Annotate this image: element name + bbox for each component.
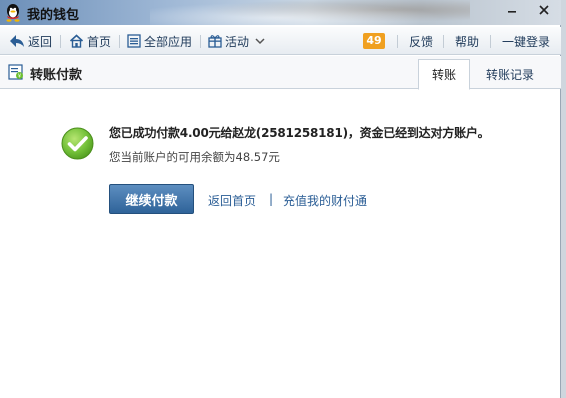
gift-icon bbox=[208, 35, 222, 48]
back-button[interactable]: 返回 bbox=[9, 27, 52, 55]
success-check-icon bbox=[61, 127, 94, 160]
svg-text:¥: ¥ bbox=[18, 74, 22, 80]
notification-badge[interactable]: 49 bbox=[363, 33, 385, 49]
success-message: 您已成功付款4.00元给赵龙(2581258181)，资金已经到达对方账户。 bbox=[109, 126, 490, 140]
one-click-login-link[interactable]: 一键登录 bbox=[502, 27, 550, 55]
help-label: 帮助 bbox=[455, 34, 480, 49]
close-icon bbox=[539, 5, 549, 15]
nav-divider bbox=[119, 35, 120, 48]
tab-history-label: 转账记录 bbox=[485, 68, 534, 82]
link-separator: | bbox=[269, 192, 274, 206]
close-button[interactable] bbox=[528, 0, 560, 20]
home-label: 首页 bbox=[87, 34, 112, 49]
nav-divider bbox=[443, 35, 444, 48]
nav-divider bbox=[397, 35, 398, 48]
activity-label: 活动 bbox=[225, 34, 250, 49]
recharge-tenpay-link[interactable]: 充值我的财付通 bbox=[283, 192, 367, 209]
page-title: 转账付款 bbox=[30, 68, 83, 83]
home-icon bbox=[69, 34, 84, 48]
minimize-button[interactable] bbox=[498, 0, 526, 20]
all-apps-button[interactable]: 全部应用 bbox=[127, 27, 192, 55]
tab-transfer-history[interactable]: 转账记录 bbox=[478, 59, 542, 90]
login-label: 一键登录 bbox=[502, 34, 551, 49]
tab-transfer-label: 转账 bbox=[431, 68, 456, 82]
chevron-down-icon bbox=[255, 38, 265, 45]
nav-divider bbox=[60, 35, 61, 48]
feedback-label: 反馈 bbox=[409, 34, 434, 49]
transfer-icon: ¥ bbox=[8, 64, 23, 80]
feedback-link[interactable]: 反馈 bbox=[409, 27, 433, 55]
all-apps-label: 全部应用 bbox=[144, 34, 193, 49]
minimize-icon bbox=[508, 11, 516, 13]
apps-list-icon bbox=[127, 34, 141, 48]
return-home-link[interactable]: 返回首页 bbox=[208, 192, 256, 209]
help-link[interactable]: 帮助 bbox=[455, 27, 479, 55]
back-arrow-icon bbox=[10, 35, 24, 47]
back-label: 返回 bbox=[28, 34, 53, 49]
activity-dropdown[interactable]: 活动 bbox=[208, 27, 268, 55]
wallet-window: 我的钱包 返回 首页 全部应用 活动 49 反馈 帮助 一键登录 ¥ 转账付款 … bbox=[0, 0, 561, 398]
qq-penguin-icon bbox=[6, 4, 20, 22]
title-bar-background bbox=[150, 0, 470, 25]
section-header: ¥ 转账付款 转账 转账记录 bbox=[0, 56, 561, 90]
nav-divider bbox=[490, 35, 491, 48]
balance-text: 您当前账户的可用余额为48.57元 bbox=[109, 150, 280, 164]
nav-bar: 返回 首页 全部应用 活动 49 反馈 帮助 一键登录 bbox=[0, 27, 561, 55]
title-bar[interactable]: 我的钱包 bbox=[0, 0, 561, 25]
window-title: 我的钱包 bbox=[27, 8, 80, 23]
tab-transfer[interactable]: 转账 bbox=[418, 59, 470, 90]
continue-payment-button[interactable]: 继续付款 bbox=[109, 184, 194, 214]
nav-divider bbox=[200, 35, 201, 48]
home-button[interactable]: 首页 bbox=[69, 27, 111, 55]
